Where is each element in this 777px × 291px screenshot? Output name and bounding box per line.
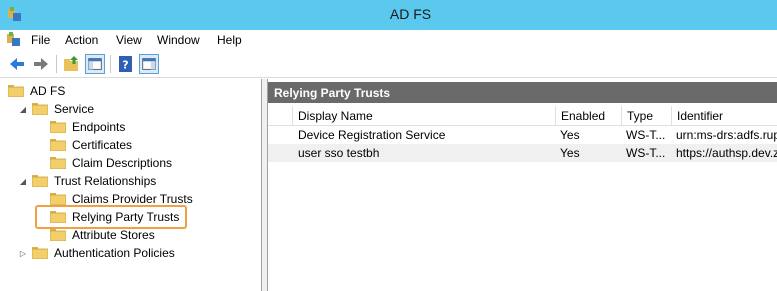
tree-item-label: Claim Descriptions [72, 156, 173, 170]
table-cell: Device Registration Service [298, 128, 446, 142]
back-arrow-icon[interactable] [7, 54, 27, 74]
table-cell: Yes [560, 146, 580, 160]
help-icon[interactable]: ? [116, 54, 136, 74]
table-cell: user sso testbh [298, 146, 380, 160]
toolbar-separator [56, 55, 57, 73]
folder-icon [50, 229, 66, 241]
expander-icon[interactable]: ◢ [18, 105, 28, 114]
svg-text:?: ? [122, 59, 128, 72]
table-cell: WS-T... [626, 128, 666, 142]
forward-arrow-icon[interactable] [31, 54, 51, 74]
tree-item[interactable]: Endpoints [36, 118, 125, 136]
results-pane: Relying Party Trusts Display Name Enable… [268, 79, 777, 291]
title-bar: AD FS [0, 0, 777, 30]
tree-item-label: Endpoints [72, 120, 126, 134]
folder-icon [32, 247, 48, 259]
show-hide-console-tree-icon[interactable] [85, 54, 105, 74]
folder-icon [50, 193, 66, 205]
column-identifier[interactable]: Identifier [671, 106, 777, 126]
console-tree[interactable]: AD FS ◢ Service Endpoints Certificates Claim … [0, 79, 262, 291]
column-type[interactable]: Type [621, 106, 671, 126]
column-enabled[interactable]: Enabled [555, 106, 621, 126]
folder-icon [32, 103, 48, 115]
tree-item-label: Certificates [72, 138, 133, 152]
folder-icon [32, 175, 48, 187]
menu-action[interactable]: Action [65, 33, 98, 47]
menu-file[interactable]: File [31, 33, 50, 47]
selection-highlight [35, 205, 187, 229]
table-cell: urn:ms-drs:adfs.rupind [676, 128, 777, 142]
menu-bar: File Action View Window Help [0, 30, 777, 50]
tree-item-label: Claims Provider Trusts [72, 192, 193, 206]
folder-icon [50, 139, 66, 151]
expander-icon[interactable]: ▷ [18, 249, 28, 258]
table-cell: WS-T... [626, 146, 666, 160]
tree-item-label: Trust Relationships [54, 174, 157, 188]
table-cell: Yes [560, 128, 580, 142]
folder-icon [8, 85, 24, 97]
pane-title: Relying Party Trusts [268, 82, 777, 103]
tree-item[interactable]: ▷ Authentication Policies [18, 244, 175, 262]
menu-help[interactable]: Help [217, 33, 242, 47]
up-folder-icon[interactable] [62, 54, 82, 74]
tree-item-label: Attribute Stores [72, 228, 155, 242]
folder-icon [50, 121, 66, 133]
menu-view[interactable]: View [116, 33, 142, 47]
expander-icon[interactable]: ◢ [18, 177, 28, 186]
menu-window[interactable]: Window [157, 33, 200, 47]
show-hide-action-pane-icon[interactable] [139, 54, 159, 74]
table-row[interactable]: Device Registration Service Yes WS-T... urn… [268, 126, 777, 144]
tree-item[interactable]: Claim Descriptions [36, 154, 172, 172]
mmc-icon[interactable] [6, 32, 22, 48]
table-cell: https://authsp.dev.zp [676, 146, 777, 160]
table-row[interactable]: user sso testbh Yes WS-T... https://authsp.… [268, 144, 777, 162]
column-icon-header[interactable] [268, 106, 293, 126]
column-display-name[interactable]: Display Name [292, 106, 557, 126]
folder-icon [50, 157, 66, 169]
tree-item-label: Service [54, 102, 95, 116]
toolbar: ? [0, 50, 777, 78]
tree-item[interactable]: AD FS [8, 82, 65, 100]
tree-item-label: AD FS [30, 84, 66, 98]
column-header-row: Display Name Enabled Type Identifier [268, 106, 777, 126]
toolbar-separator [110, 55, 111, 73]
window-title: AD FS [389, 6, 432, 22]
tree-item[interactable]: ◢ Trust Relationships [18, 172, 156, 190]
tree-item-label: Authentication Policies [54, 246, 175, 260]
tree-item[interactable]: ◢ Service [18, 100, 94, 118]
tree-item[interactable]: Certificates [36, 136, 132, 154]
